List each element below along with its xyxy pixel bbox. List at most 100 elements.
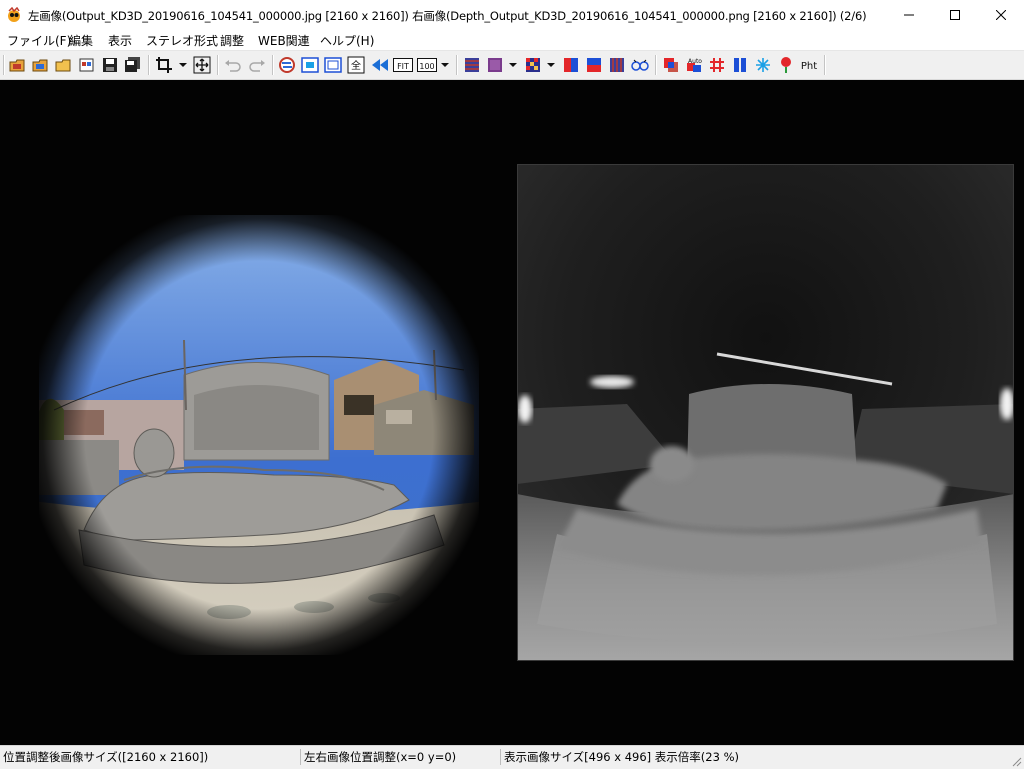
save-all-icon [125,57,140,72]
move-icon [193,56,211,74]
zoom-100-button[interactable]: 100 [417,55,437,75]
open-left-image-icon [9,59,25,72]
grid-button[interactable] [707,55,727,75]
open-right-image-button[interactable] [31,55,51,75]
status-display-size: 表示画像サイズ[496 x 496] 表示倍率(23 %) [504,750,739,764]
swap-lr-icon [279,57,295,73]
menu-edit[interactable]: 編集 [67,32,95,49]
open-folder-icon [55,59,71,72]
crop-dropdown[interactable] [178,55,188,75]
save-button[interactable] [100,55,120,75]
parallel-button[interactable] [730,55,750,75]
status-lr-offset: 左右画像位置調整(x=0 y=0) [301,749,501,765]
menu-adjust[interactable]: 調整 [218,32,246,49]
toolbar-separator [456,55,458,75]
toolbar-separator [272,55,274,75]
open-stereo-button[interactable] [77,55,97,75]
frame-button[interactable] [300,55,320,75]
menu-web[interactable]: WEB関連 [256,32,312,49]
app-icon[interactable] [6,6,22,23]
pin-icon [781,57,791,73]
overlay-icon [664,58,678,72]
side-by-side-button[interactable] [561,55,581,75]
close-button[interactable] [978,0,1024,30]
auto-adjust-button[interactable]: Auto [684,55,704,75]
fullscreen-button[interactable]: 全 [346,55,366,75]
maximize-button[interactable] [932,0,978,30]
anaglyph-icon [465,58,479,72]
toolbar-separator [148,55,150,75]
move-button[interactable] [192,55,212,75]
menu-bar: ファイル(F) 編集 表示 ステレオ形式 調整 WEB関連 ヘルプ(H) [0,30,1024,51]
close-icon [996,10,1006,20]
minimize-icon [904,14,914,16]
photo-button[interactable]: Pht [799,55,819,75]
auto-label: Auto [688,58,702,65]
left-image[interactable] [24,200,494,670]
mosaic-icon [526,58,540,72]
resize-grip-icon[interactable] [1010,755,1022,767]
open-stereo-icon [79,58,94,72]
menu-stereo-format[interactable]: ステレオ形式 [144,32,220,49]
image-viewport[interactable] [0,80,1024,745]
chevron-down-icon [509,63,517,67]
snowflake-icon [756,58,770,72]
minimize-button[interactable] [886,0,932,30]
zoom-dropdown[interactable] [440,55,450,75]
undo-button[interactable] [223,55,243,75]
top-bottom-red-icon [587,58,601,72]
save-all-button[interactable] [123,55,143,75]
anaglyph-button[interactable] [462,55,482,75]
side-by-side-red-icon [564,58,578,72]
crop-button[interactable] [154,55,174,75]
open-folder-button[interactable] [54,55,74,75]
maximize-icon [950,10,960,20]
fit-icon: FIT [393,58,413,72]
pin-button[interactable] [776,55,796,75]
toolbar-separator [3,55,5,75]
chevron-down-icon [547,63,555,67]
interlace-button[interactable] [607,55,627,75]
glasses-button[interactable] [630,55,650,75]
open-right-image-icon [32,59,48,72]
fit-frame-button[interactable] [323,55,343,75]
swap-lr-button[interactable] [277,55,297,75]
redo-button[interactable] [247,55,267,75]
chevron-down-icon [179,63,187,67]
mosaic-dropdown[interactable] [546,55,556,75]
open-left-image-button[interactable] [8,55,28,75]
glasses-icon [631,59,649,71]
interlace-icon [610,58,624,72]
menu-help[interactable]: ヘルプ(H) [318,32,376,49]
right-image[interactable] [517,164,1014,661]
mosaic-button[interactable] [523,55,543,75]
toolbar-separator [655,55,657,75]
fit-button[interactable]: FIT [393,55,413,75]
redo-icon [249,60,265,72]
zoom-100-label: 100 [419,62,434,71]
status-adjusted-size: 位置調整後画像サイズ([2160 x 2160]) [0,749,301,765]
menu-file[interactable]: ファイル(F) [5,32,73,49]
status-bar: 位置調整後画像サイズ([2160 x 2160]) 左右画像位置調整(x=0 y… [0,745,1024,769]
crop-icon [156,57,172,73]
color-anaglyph-button[interactable] [485,55,505,75]
prev-icon [372,59,388,71]
snowflake-button[interactable] [753,55,773,75]
prev-button[interactable] [370,55,390,75]
auto-adjust-icon: Auto [687,58,702,72]
grid-icon [710,58,724,72]
overlay-button[interactable] [661,55,681,75]
menu-view[interactable]: 表示 [106,32,134,49]
toolbar: 全 FIT 100 Auto Pht [0,51,1024,80]
photo-icon: Pht [801,61,817,72]
anaglyph-dropdown[interactable] [508,55,518,75]
zoom-100-icon: 100 [417,58,437,72]
fit-label: FIT [397,62,409,71]
parallel-icon [734,58,746,72]
fullscreen-icon: 全 [347,56,365,74]
toolbar-separator [217,55,219,75]
top-bottom-button[interactable] [584,55,604,75]
frame-icon [301,57,319,73]
chevron-down-icon [441,63,449,67]
title-bar: 左画像(Output_KD3D_20190616_104541_000000.j… [0,0,1024,30]
